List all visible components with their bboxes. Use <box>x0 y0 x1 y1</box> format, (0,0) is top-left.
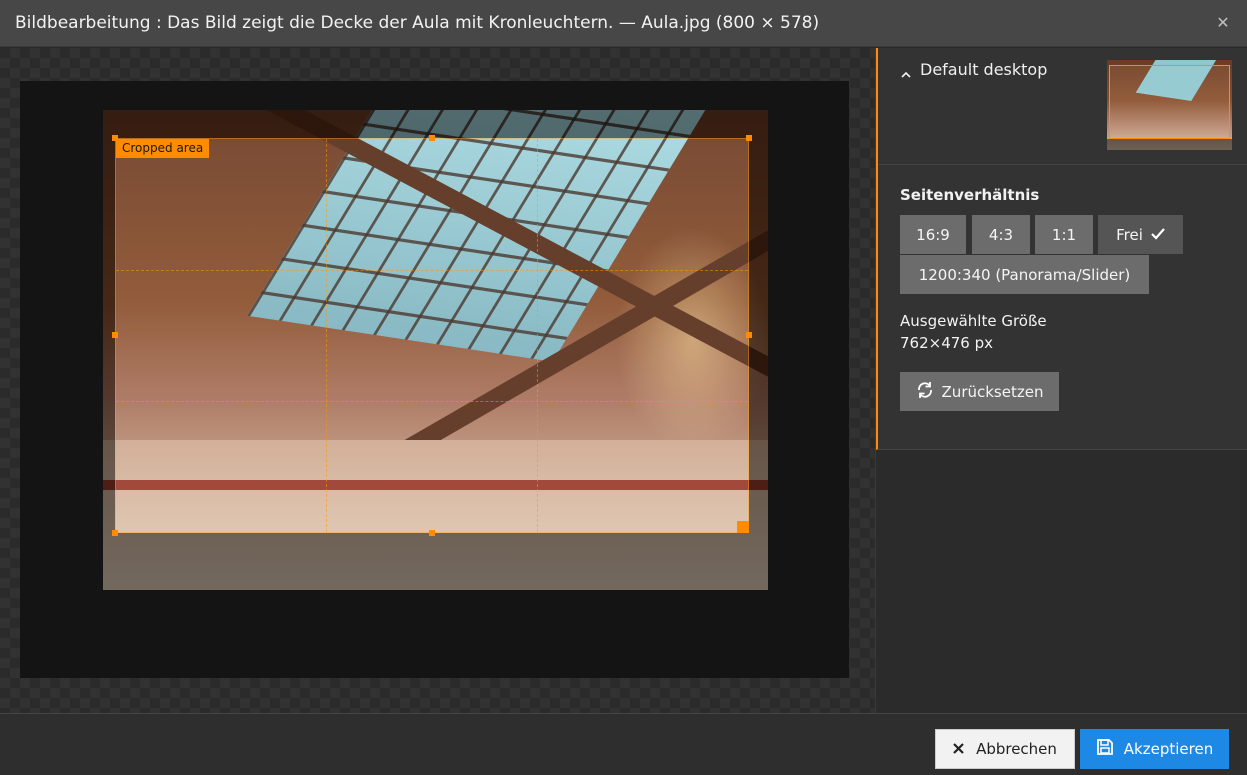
close-icon[interactable]: ✕ <box>1213 12 1233 32</box>
crop-shade-bottom <box>103 533 768 590</box>
check-icon <box>1151 226 1165 244</box>
preset-name: Default desktop <box>920 60 1048 79</box>
preset-thumbnail <box>1107 60 1232 150</box>
save-icon <box>1096 738 1114 760</box>
aspect-ratio-heading: Seitenverhältnis <box>900 186 1040 204</box>
selected-size-value: 762×476 px <box>900 334 993 352</box>
chevron-up-icon <box>900 66 912 78</box>
crop-area-label: Cropped area <box>116 139 210 158</box>
crop-shade-top <box>103 110 768 138</box>
crop-handle-left[interactable] <box>112 332 118 338</box>
selected-size-label: Ausgewählte Größe <box>900 312 1047 330</box>
accept-button[interactable]: Akzeptieren <box>1080 729 1229 769</box>
dialog-footer: Abbrechen Akzeptieren <box>0 713 1247 775</box>
dialog-title: Bildbearbeitung : Das Bild zeigt die Dec… <box>15 13 820 33</box>
crop-handle-top-left[interactable] <box>112 135 118 141</box>
aspect-ratio-16-9-button[interactable]: 16:9 <box>900 215 966 254</box>
selected-size: Ausgewählte Größe 762×476 px <box>900 310 1047 354</box>
crop-handle-bottom[interactable] <box>429 530 435 536</box>
cancel-button[interactable]: Abbrechen <box>935 729 1075 769</box>
crop-handle-top[interactable] <box>429 135 435 141</box>
preset-toggle[interactable]: Default desktop <box>900 60 1047 79</box>
refresh-icon <box>916 381 934 403</box>
aspect-ratio-panorama-button[interactable]: 1200:340 (Panorama/Slider) <box>900 255 1149 294</box>
crop-handle-top-right[interactable] <box>746 135 752 141</box>
preset-panel: Default desktop Seitenverhältnis 16:9 4:… <box>876 48 1247 450</box>
reset-button[interactable]: Zurücksetzen <box>900 372 1059 411</box>
aspect-ratio-1-1-button[interactable]: 1:1 <box>1035 215 1093 254</box>
close-icon <box>953 740 964 758</box>
dialog-titlebar: Bildbearbeitung : Das Bild zeigt die Dec… <box>0 0 1247 47</box>
aspect-ratio-4-3-button[interactable]: 4:3 <box>972 215 1030 254</box>
aspect-ratio-free-button[interactable]: Frei <box>1098 215 1183 254</box>
crop-handle-bottom-left[interactable] <box>112 530 118 536</box>
image-stage: Cropped area <box>0 48 875 713</box>
crop-handle-bottom-right[interactable] <box>737 521 749 533</box>
crop-handle-right[interactable] <box>746 332 752 338</box>
crop-sidebar: Default desktop Seitenverhältnis 16:9 4:… <box>875 48 1247 713</box>
crop-area[interactable]: Cropped area <box>112 135 752 536</box>
